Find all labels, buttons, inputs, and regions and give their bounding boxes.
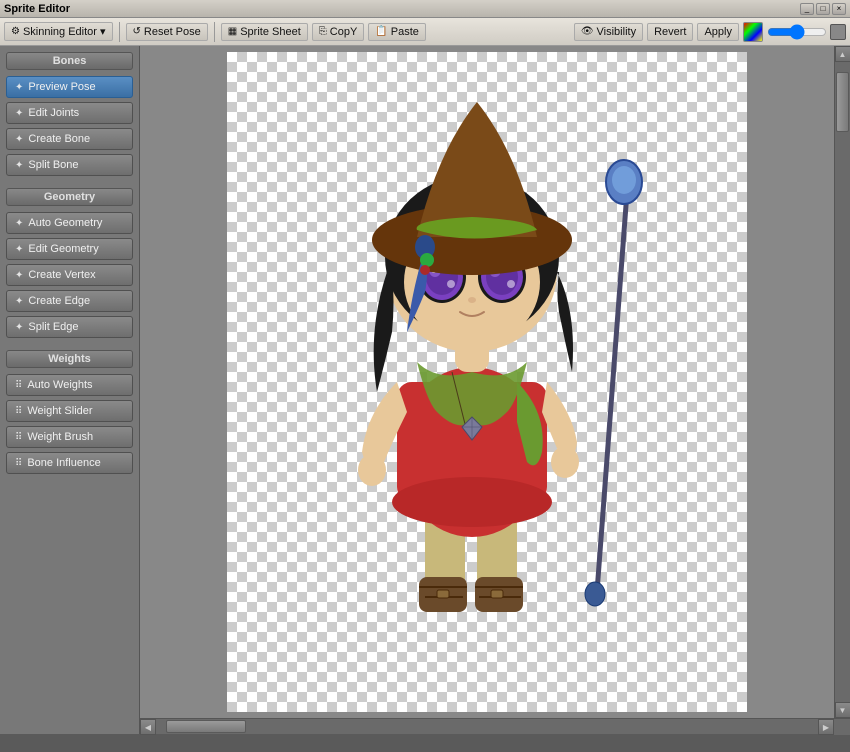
zoom-slider[interactable]: [767, 25, 827, 39]
bone-influence-button[interactable]: ⠿ Bone Influence: [6, 452, 133, 474]
reset-pose-button[interactable]: ↺ Reset Pose: [126, 23, 208, 41]
maximize-button[interactable]: □: [816, 3, 830, 15]
bones-section-header: Bones: [6, 52, 133, 70]
auto-geometry-button[interactable]: ✦ Auto Geometry: [6, 212, 133, 234]
vertical-scrollbar[interactable]: ▲ ▼: [834, 46, 850, 718]
canvas-viewport[interactable]: [140, 46, 834, 718]
dropdown-arrow-icon: ▾: [100, 25, 106, 38]
scroll-right-button[interactable]: ▶: [818, 719, 834, 735]
visibility-button[interactable]: 👁 Visibility: [574, 23, 643, 41]
auto-geometry-icon: ✦: [15, 218, 23, 229]
revert-label: Revert: [654, 26, 686, 38]
edit-geometry-button[interactable]: ✦ Edit Geometry: [6, 238, 133, 260]
menu-divider-1: [119, 22, 120, 42]
gear-icon: ⚙: [11, 26, 20, 37]
minimize-button[interactable]: _: [800, 3, 814, 15]
scroll-corner: [834, 719, 850, 735]
bone-influence-icon: ⠿: [15, 458, 22, 469]
visibility-label: Visibility: [597, 26, 637, 38]
create-edge-button[interactable]: ✦ Create Edge: [6, 290, 133, 312]
edit-joints-button[interactable]: ✦ Edit Joints: [6, 102, 133, 124]
weight-slider-button[interactable]: ⠿ Weight Slider: [6, 400, 133, 422]
section-gap-2: [6, 342, 133, 346]
scroll-thumb-v[interactable]: [836, 72, 849, 132]
canvas-row: ▲ ▼: [140, 46, 850, 718]
geometry-section-header: Geometry: [6, 188, 133, 206]
scroll-track-v[interactable]: [835, 62, 850, 702]
apply-button[interactable]: Apply: [697, 23, 739, 41]
window-title: Sprite Editor: [4, 3, 70, 15]
paste-label: Paste: [391, 26, 419, 38]
weight-slider-icon: ⠿: [15, 406, 22, 417]
split-bone-icon: ✦: [15, 160, 23, 171]
reset-pose-label: Reset Pose: [144, 26, 201, 38]
create-edge-icon: ✦: [15, 296, 23, 307]
preview-pose-icon: ✦: [15, 82, 23, 93]
weight-brush-icon: ⠿: [15, 432, 22, 443]
menu-divider-2: [214, 22, 215, 42]
main-area: Bones ✦ Preview Pose ✦ Edit Joints ✦ Cre…: [0, 46, 850, 734]
scroll-down-button[interactable]: ▼: [835, 702, 850, 718]
edit-geometry-icon: ✦: [15, 244, 23, 255]
grid-icon: ▦: [228, 26, 237, 37]
eye-icon: 👁: [581, 26, 594, 37]
skinning-editor-label: Skinning Editor: [23, 26, 97, 38]
window-controls: _ □ ×: [800, 3, 846, 15]
apply-label: Apply: [704, 26, 732, 38]
left-panel: Bones ✦ Preview Pose ✦ Edit Joints ✦ Cre…: [0, 46, 140, 734]
zoom-slider-container: [767, 24, 846, 40]
title-bar: Sprite Editor _ □ ×: [0, 0, 850, 18]
zoom-icon: [830, 24, 846, 40]
skinning-editor-button[interactable]: ⚙ Skinning Editor ▾: [4, 22, 113, 41]
scroll-left-button[interactable]: ◀: [140, 719, 156, 735]
auto-weights-icon: ⠿: [15, 380, 22, 391]
weights-section-header: Weights: [6, 350, 133, 368]
create-vertex-icon: ✦: [15, 270, 23, 281]
canvas-inner: [227, 52, 747, 712]
edit-joints-icon: ✦: [15, 108, 23, 119]
close-button[interactable]: ×: [832, 3, 846, 15]
sprite-character: [277, 72, 697, 692]
split-edge-button[interactable]: ✦ Split Edge: [6, 316, 133, 338]
paste-icon: 📋: [375, 26, 387, 37]
weight-brush-button[interactable]: ⠿ Weight Brush: [6, 426, 133, 448]
copy-button[interactable]: ⎘ CopY: [312, 23, 365, 41]
reset-icon: ↺: [133, 26, 141, 37]
scroll-track-h[interactable]: [156, 719, 818, 734]
color-selector-button[interactable]: [743, 22, 763, 42]
revert-button[interactable]: Revert: [647, 23, 693, 41]
copy-label: CopY: [330, 26, 358, 38]
create-bone-icon: ✦: [15, 134, 23, 145]
copy-icon: ⎘: [319, 26, 327, 37]
split-edge-icon: ✦: [15, 322, 23, 333]
paste-button[interactable]: 📋 Paste: [368, 23, 426, 41]
canvas-wrapper: ▲ ▼ ◀ ▶: [140, 46, 850, 734]
preview-pose-button[interactable]: ✦ Preview Pose: [6, 76, 133, 98]
menu-bar: ⚙ Skinning Editor ▾ ↺ Reset Pose ▦ Sprit…: [0, 18, 850, 46]
scroll-thumb-h[interactable]: [166, 720, 246, 733]
create-bone-button[interactable]: ✦ Create Bone: [6, 128, 133, 150]
sprite-sheet-button[interactable]: ▦ Sprite Sheet: [221, 23, 308, 41]
create-vertex-button[interactable]: ✦ Create Vertex: [6, 264, 133, 286]
split-bone-button[interactable]: ✦ Split Bone: [6, 154, 133, 176]
auto-weights-button[interactable]: ⠿ Auto Weights: [6, 374, 133, 396]
sprite-sheet-label: Sprite Sheet: [240, 26, 301, 38]
bottom-bar: ◀ ▶: [140, 718, 850, 734]
scroll-up-button[interactable]: ▲: [835, 46, 850, 62]
section-gap-1: [6, 180, 133, 184]
